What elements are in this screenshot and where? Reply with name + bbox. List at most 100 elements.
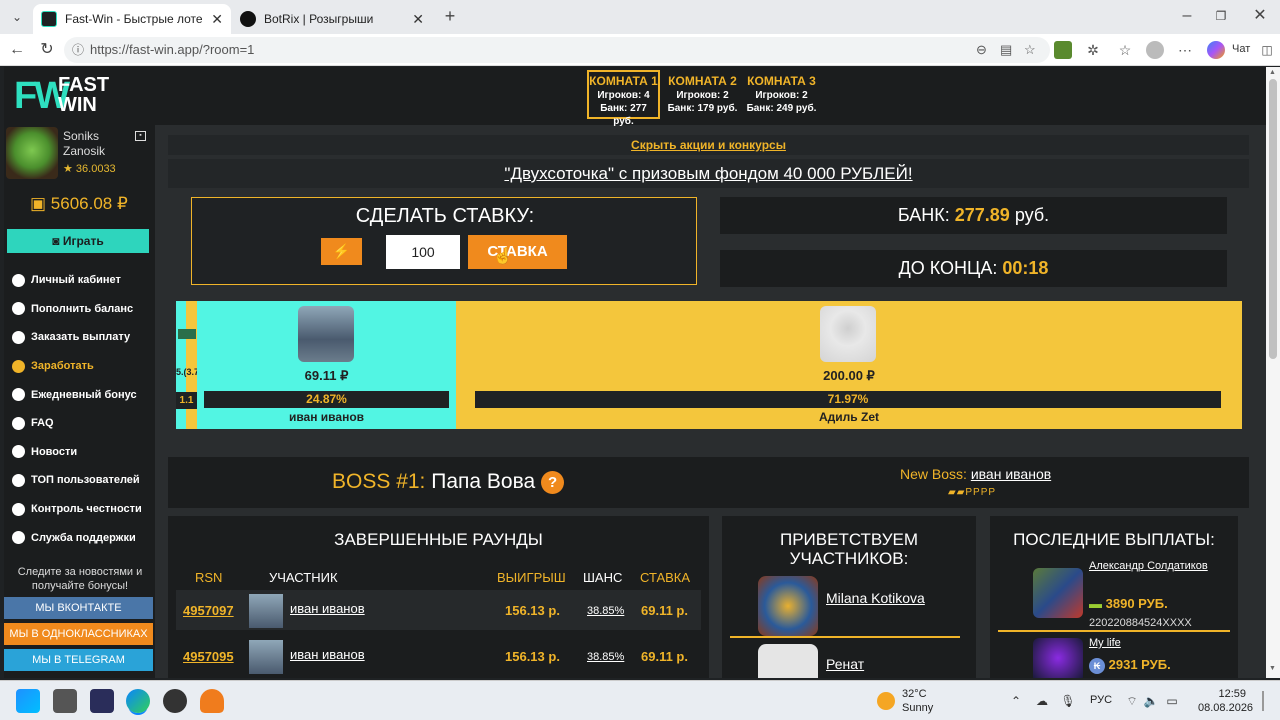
language-indicator[interactable]: РУС [1090, 694, 1112, 706]
battery-icon[interactable]: ▭ [1164, 693, 1180, 709]
telegram-button[interactable]: МЫ В TELEGRAM [4, 649, 153, 671]
menu-item-withdraw[interactable]: Заказать выплату [12, 323, 152, 352]
windows-taskbar: 32°C Sunny ⌃ ☁ 🎙 РУС ⌔ 🔈 ▭ 12:59 08.08.2… [0, 680, 1280, 720]
contest-link[interactable]: "Двухсоточка" с призовым фондом 40 000 Р… [168, 159, 1249, 188]
row-bet: 69.11 р. [641, 603, 688, 618]
scroll-down-icon[interactable]: ▼ [1269, 665, 1277, 673]
extensions-puzzle-icon[interactable]: ✲ [1084, 41, 1102, 59]
menu-item-daily-bonus[interactable]: Ежедневный бонус [12, 380, 152, 409]
play-button[interactable]: ◙ Играть [7, 229, 149, 253]
payout-user-link[interactable]: My life [1089, 637, 1121, 649]
back-arrow-icon[interactable]: ← [6, 40, 28, 60]
row-chance[interactable]: 38.85% [587, 605, 624, 617]
payout-avatar[interactable] [1033, 638, 1083, 678]
boss-title: BOSS #1: Папа Вова ? [332, 470, 565, 494]
menu-item-cabinet[interactable]: Личный кабинет [12, 266, 152, 295]
round-rsn-link[interactable]: 4957097 [183, 603, 234, 618]
room-3-tab[interactable]: КОМНАТА 3 Игроков: 2 Банк: 249 руб. [745, 70, 818, 119]
vk-button[interactable]: МЫ ВКОНТАКТЕ [4, 597, 153, 619]
steam-icon[interactable] [163, 689, 187, 713]
copilot-icon[interactable] [1207, 41, 1225, 59]
app-icon[interactable] [90, 689, 114, 713]
microphone-app-icon[interactable] [200, 689, 224, 713]
tab-botrix[interactable]: BotRix | Розыгрыши ✕ [232, 4, 432, 34]
volume-icon[interactable]: 🔈 [1143, 693, 1159, 709]
tab-list-chevron-icon[interactable]: ⌄ [6, 7, 28, 27]
cloud-icon[interactable]: ☁ [1034, 693, 1050, 709]
row-player-link[interactable]: иван иванов [290, 647, 365, 662]
user-name[interactable]: Soniks Zanosik [63, 129, 105, 159]
welcome-user-link[interactable]: Ренат [826, 656, 864, 672]
menu-item-earn[interactable]: Заработать [12, 352, 152, 381]
place-bet-button[interactable]: СТАВКА [468, 235, 567, 269]
help-icon[interactable]: ? [541, 470, 565, 494]
player-name: Адиль Zet [819, 410, 879, 424]
reader-icon[interactable]: ▤ [1000, 37, 1012, 63]
player-avatar[interactable] [298, 306, 354, 362]
show-desktop[interactable] [1262, 691, 1264, 711]
question-icon [12, 416, 25, 430]
room-players: Игроков: 4 [597, 90, 650, 101]
window-close-icon[interactable]: ✕ [1249, 6, 1271, 26]
sidebar-toggle-icon[interactable]: ◫ [1258, 41, 1276, 59]
welcome-avatar[interactable] [758, 644, 818, 678]
url-input[interactable]: ⓘ https://fast-win.app/?room=1 ⊖ ▤ ☆ [64, 37, 1050, 63]
player-segment-adil[interactable]: 200.00 ₽ 71.97% Адиль Zet [456, 301, 1242, 429]
extension-icon[interactable] [1054, 41, 1072, 59]
logout-icon[interactable]: ▪ [135, 131, 146, 141]
zoom-icon[interactable]: ⊖ [976, 37, 987, 63]
player-segment-small[interactable]: 5.(3.7 1.1 [176, 301, 197, 429]
welcome-avatar[interactable] [758, 576, 818, 636]
close-tab-icon[interactable]: ✕ [412, 11, 424, 28]
quick-bet-lightning-button[interactable]: ⚡ [321, 238, 362, 265]
logo-text[interactable]: FAST WIN [58, 75, 109, 115]
tab-fast-win[interactable]: Fast-Win - Быстрые лотереи! Ком ✕ [33, 4, 231, 34]
menu-item-news[interactable]: Новости [12, 438, 152, 467]
microphone-icon[interactable]: 🎙 [1060, 693, 1076, 709]
menu-item-faq[interactable]: FAQ [12, 409, 152, 438]
hide-promos-link[interactable]: Скрыть акции и конкурсы [168, 135, 1249, 155]
scrollbar-thumb[interactable] [1269, 79, 1277, 359]
menu-item-deposit[interactable]: Пополнить баланс [12, 295, 152, 324]
profile-avatar-icon[interactable] [1146, 41, 1164, 59]
chat-label[interactable]: Чат [1232, 43, 1250, 55]
chevron-up-icon[interactable]: ⌃ [1008, 693, 1024, 709]
room-1-tab[interactable]: КОМНАТА 1 Игроков: 4 Банк: 277 руб. [587, 70, 660, 127]
page-scrollbar[interactable]: ▲ ▼ [1266, 67, 1280, 678]
room-2-tab[interactable]: КОМНАТА 2 Игроков: 2 Банк: 179 руб. [666, 70, 739, 119]
menu-item-support[interactable]: Служба поддержки [12, 523, 152, 552]
start-windows-icon[interactable] [16, 689, 40, 713]
payout-user-link[interactable]: Александр Солдатиков [1089, 559, 1209, 574]
maximize-icon[interactable]: ❐ [1210, 6, 1232, 26]
table-row[interactable]: 4957095 иван иванов 156.13 р. 38.85% 69.… [176, 636, 701, 676]
new-boss-link[interactable]: иван иванов [971, 466, 1051, 482]
scroll-up-icon[interactable]: ▲ [1269, 69, 1277, 77]
new-tab-plus-icon[interactable]: + [439, 6, 461, 26]
player-avatar[interactable] [820, 306, 876, 362]
minimize-icon[interactable]: – [1176, 6, 1198, 26]
weather-widget[interactable]: 32°C Sunny [902, 687, 933, 715]
ok-button[interactable]: МЫ В ОДНОКЛАССНИКАХ [4, 623, 153, 645]
user-avatar[interactable] [6, 127, 58, 179]
bet-amount-input[interactable]: 100 [386, 235, 460, 269]
wifi-icon[interactable]: ⌔ [1124, 693, 1140, 709]
room-players: Игроков: 2 [676, 90, 729, 101]
task-view-icon[interactable] [53, 689, 77, 713]
player-segment-ivan[interactable]: 69.11 ₽ 24.87% иван иванов [197, 301, 456, 429]
edge-browser-icon[interactable] [126, 689, 150, 713]
row-player-link[interactable]: иван иванов [290, 601, 365, 616]
payout-avatar[interactable] [1033, 568, 1083, 618]
favorites-icon[interactable]: ☆ [1116, 41, 1134, 59]
favorite-star-icon[interactable]: ☆ [1024, 37, 1036, 63]
clock[interactable]: 12:59 08.08.2026 [1198, 687, 1253, 715]
row-chance[interactable]: 38.85% [587, 651, 624, 663]
menu-item-fairness[interactable]: Контроль честности [12, 495, 152, 524]
round-rsn-link[interactable]: 4957095 [183, 649, 234, 664]
close-tab-icon[interactable]: ✕ [211, 11, 223, 28]
reload-icon[interactable]: ↻ [36, 40, 58, 60]
table-row[interactable]: 4957097 иван иванов 156.13 р. 38.85% 69.… [176, 590, 701, 630]
more-menu-icon[interactable]: ⋯ [1176, 41, 1194, 59]
menu-item-top-users[interactable]: ТОП пользователей [12, 466, 152, 495]
site-info-icon[interactable]: ⓘ [72, 37, 84, 63]
welcome-user-link[interactable]: Milana Kotikova [826, 589, 936, 608]
